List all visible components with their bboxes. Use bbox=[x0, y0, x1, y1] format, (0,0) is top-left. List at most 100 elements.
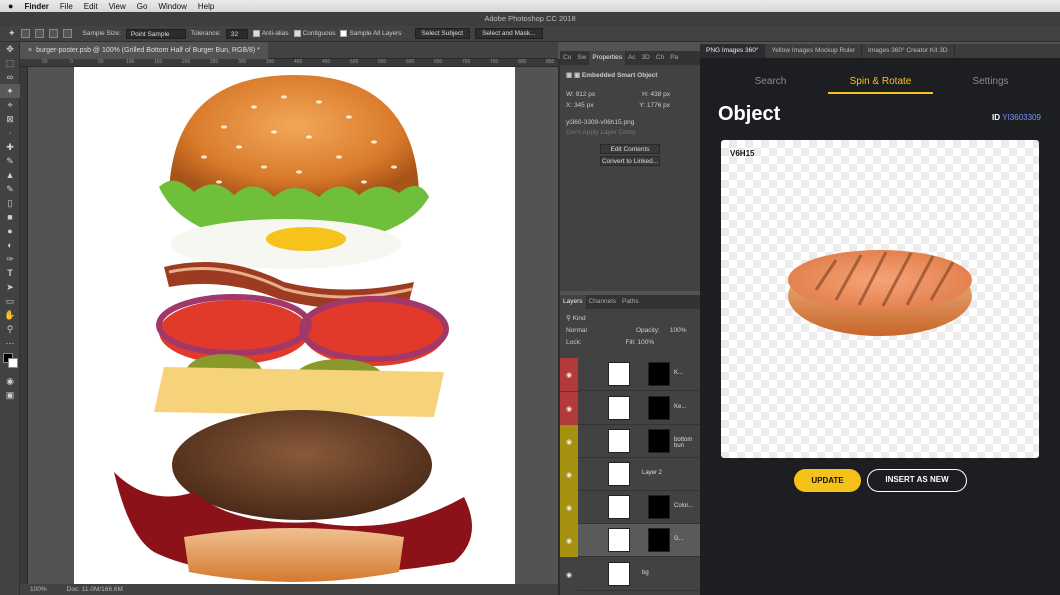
marquee-tool-icon[interactable]: ⬚ bbox=[0, 56, 20, 70]
layer-mask-thumbnail[interactable] bbox=[648, 396, 670, 420]
menu-help[interactable]: Help bbox=[198, 2, 214, 11]
menu-view[interactable]: View bbox=[109, 2, 126, 11]
dodge-tool-icon[interactable]: ◐ bbox=[0, 238, 20, 252]
document-canvas[interactable] bbox=[74, 67, 515, 584]
add-selection-icon[interactable] bbox=[34, 29, 44, 38]
tab-paths-2[interactable]: Paths bbox=[619, 295, 642, 309]
brush-tool-icon[interactable]: ✎ bbox=[0, 154, 20, 168]
opacity-input[interactable]: 100% bbox=[670, 327, 687, 334]
height-value[interactable]: H: 438 px bbox=[642, 91, 670, 98]
anti-alias-checkbox[interactable]: Anti-alias bbox=[252, 29, 289, 37]
filter-kind[interactable]: Kind bbox=[573, 315, 586, 322]
stamp-tool-icon[interactable]: ▲ bbox=[0, 168, 20, 182]
contiguous-checkbox[interactable]: Contiguous bbox=[293, 29, 335, 37]
tab-3d[interactable]: 3D bbox=[639, 51, 653, 65]
sample-all-checkbox[interactable]: Sample All Layers bbox=[340, 29, 402, 37]
select-mask-button[interactable]: Select and Mask... bbox=[475, 28, 543, 39]
y-value[interactable]: Y: 1776 px bbox=[639, 102, 670, 109]
convert-linked-button[interactable]: Convert to Linked... bbox=[600, 156, 660, 166]
visibility-eye-icon[interactable]: ◉ bbox=[560, 458, 578, 491]
close-tab-icon[interactable]: × bbox=[28, 47, 32, 54]
nav-spin-rotate[interactable]: Spin & Rotate bbox=[828, 70, 933, 94]
layer-row[interactable]: ◉ Color... bbox=[560, 491, 700, 524]
fill-input[interactable]: 100% bbox=[637, 339, 654, 346]
layer-row[interactable]: ◉ Layer 2 bbox=[560, 458, 700, 491]
width-value[interactable]: W: 912 px bbox=[566, 91, 595, 98]
tab-channels[interactable]: Ch bbox=[653, 51, 667, 65]
select-subject-button[interactable]: Select Subject bbox=[414, 28, 471, 39]
frame-tool-icon[interactable]: ⊠ bbox=[0, 112, 20, 126]
zoom-tool-icon[interactable]: ⚲ bbox=[0, 322, 20, 336]
layer-mask-thumbnail[interactable] bbox=[648, 528, 670, 552]
x-value[interactable]: X: 345 px bbox=[566, 102, 593, 109]
more-tools-icon[interactable]: ⋯ bbox=[0, 336, 20, 350]
apple-icon[interactable]: ● bbox=[8, 1, 13, 11]
history-brush-icon[interactable]: ✎ bbox=[0, 182, 20, 196]
menu-file[interactable]: File bbox=[60, 2, 73, 11]
crop-tool-icon[interactable]: ⌖ bbox=[0, 98, 20, 112]
tab-color[interactable]: Co bbox=[560, 51, 574, 65]
new-selection-icon[interactable] bbox=[20, 29, 30, 38]
object-preview[interactable] bbox=[721, 140, 1039, 458]
tab-actions[interactable]: Ac bbox=[625, 51, 639, 65]
visibility-eye-icon[interactable]: ◉ bbox=[560, 358, 578, 391]
tab-properties[interactable]: Properties bbox=[589, 51, 625, 65]
tab-layers[interactable]: Layers bbox=[560, 295, 586, 309]
canvas-area[interactable] bbox=[28, 67, 558, 584]
tolerance-input[interactable]: 32 bbox=[225, 28, 248, 39]
menu-finder[interactable]: Finder bbox=[24, 2, 48, 11]
magic-wand-icon[interactable]: ✦ bbox=[8, 28, 16, 39]
tab-creator-kit[interactable]: Images 360° Creator Kit 3D bbox=[862, 44, 955, 58]
quick-mask-icon[interactable]: ◉ bbox=[0, 374, 20, 388]
visibility-eye-icon[interactable]: ◉ bbox=[560, 558, 578, 591]
lasso-tool-icon[interactable]: ∞ bbox=[0, 70, 20, 84]
visibility-eye-icon[interactable]: ◉ bbox=[560, 524, 578, 557]
sample-size-select[interactable]: Point Sample bbox=[125, 28, 186, 39]
menu-go[interactable]: Go bbox=[137, 2, 148, 11]
background-color-swatch[interactable] bbox=[8, 358, 18, 368]
update-button[interactable]: UPDATE bbox=[794, 469, 861, 492]
color-swatches[interactable] bbox=[0, 350, 19, 374]
visibility-eye-icon[interactable]: ◉ bbox=[560, 425, 578, 458]
visibility-eye-icon[interactable]: ◉ bbox=[560, 392, 578, 425]
layer-mask-thumbnail[interactable] bbox=[648, 429, 670, 453]
nav-settings[interactable]: Settings bbox=[938, 70, 1043, 94]
layer-mask-thumbnail[interactable] bbox=[648, 495, 670, 519]
type-tool-icon[interactable]: T bbox=[0, 266, 20, 280]
tab-png-images-360[interactable]: PNG Images 360° bbox=[700, 44, 766, 58]
menu-edit[interactable]: Edit bbox=[84, 2, 98, 11]
eyedropper-tool-icon[interactable]: ⋅ bbox=[0, 126, 20, 140]
layer-row[interactable]: ◉ K... bbox=[560, 358, 700, 391]
blur-tool-icon[interactable]: ● bbox=[0, 224, 20, 238]
layer-row[interactable]: ◉ G... bbox=[560, 524, 700, 557]
tab-paths[interactable]: Pa bbox=[667, 51, 681, 65]
eraser-tool-icon[interactable]: ▯ bbox=[0, 196, 20, 210]
document-tab[interactable]: × burger-poster.psb @ 100% (Grilled Botto… bbox=[20, 42, 268, 59]
menu-window[interactable]: Window bbox=[158, 2, 186, 11]
layer-row[interactable]: ◉ bg bbox=[560, 558, 700, 591]
hand-tool-icon[interactable]: ✋ bbox=[0, 308, 20, 322]
layer-mask-thumbnail[interactable] bbox=[648, 362, 670, 386]
zoom-level[interactable]: 100% bbox=[30, 586, 47, 593]
subtract-selection-icon[interactable] bbox=[48, 29, 58, 38]
healing-tool-icon[interactable]: ✚ bbox=[0, 140, 20, 154]
insert-as-new-button[interactable]: INSERT AS NEW bbox=[867, 469, 967, 492]
layer-filter[interactable]: ⚲ Kind bbox=[560, 314, 700, 322]
nav-search[interactable]: Search bbox=[718, 70, 823, 94]
id-value[interactable]: YI3603309 bbox=[1002, 113, 1041, 122]
pen-tool-icon[interactable]: ✑ bbox=[0, 252, 20, 266]
screen-mode-icon[interactable]: ▣ bbox=[0, 388, 20, 402]
shape-tool-icon[interactable]: ▭ bbox=[0, 294, 20, 308]
tab-swatches[interactable]: Sw bbox=[574, 51, 589, 65]
layer-comp-select[interactable]: Don't Apply Layer Comp bbox=[560, 129, 700, 136]
layer-row[interactable]: ◉ bottom bun bbox=[560, 425, 700, 458]
magic-wand-tool-icon[interactable]: ✦ bbox=[0, 84, 20, 98]
intersect-selection-icon[interactable] bbox=[62, 29, 72, 38]
layer-row[interactable]: ◉ Ke... bbox=[560, 392, 700, 425]
tab-channels-2[interactable]: Channels bbox=[586, 295, 619, 309]
blend-mode-select[interactable]: Normal bbox=[566, 327, 626, 334]
visibility-eye-icon[interactable]: ◉ bbox=[560, 491, 578, 524]
tab-mockup-ruler[interactable]: Yellow Images Mockup Ruler bbox=[765, 44, 863, 58]
path-select-icon[interactable]: ➤ bbox=[0, 280, 20, 294]
move-tool-icon[interactable]: ✥ bbox=[0, 42, 20, 56]
